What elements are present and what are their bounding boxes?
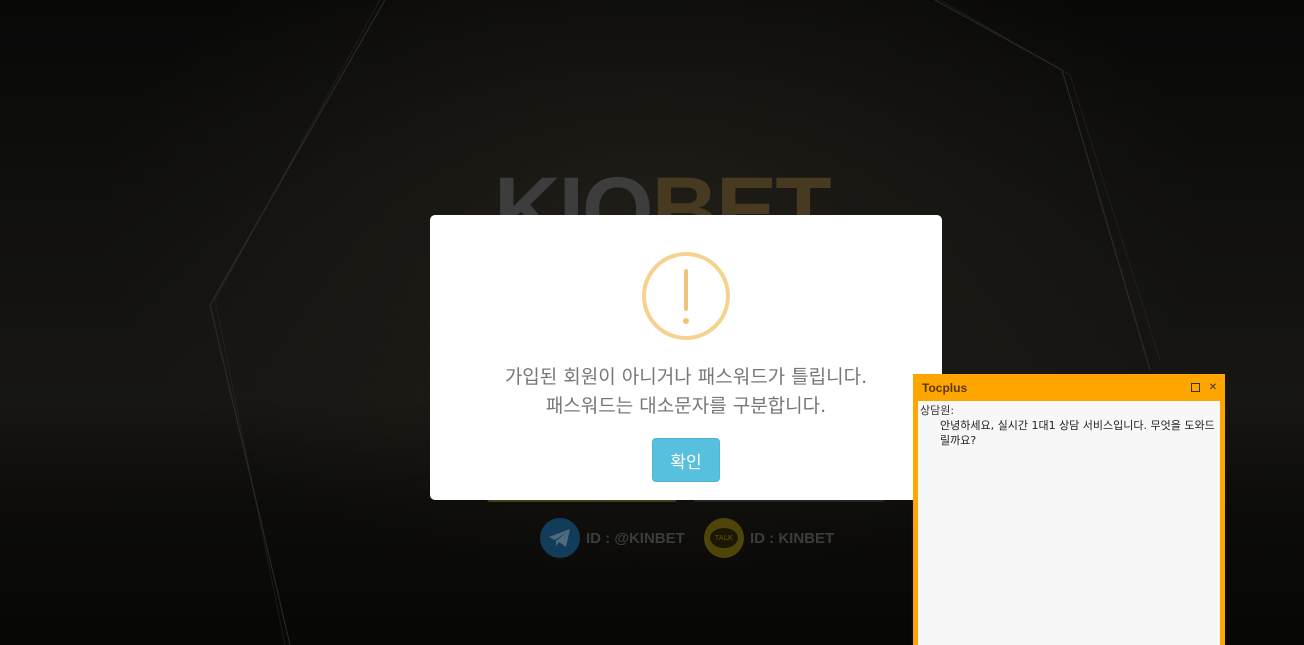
chat-header: Tocplus ✕ <box>913 374 1225 401</box>
alert-message-line2: 패스워드는 대소문자를 구분합니다. <box>545 395 827 417</box>
warning-icon <box>642 252 730 340</box>
chat-message: 안녕하세요, 실시간 1대1 상담 서비스입니다. 무엇을 도와드릴까요? <box>940 419 1215 447</box>
warning-icon-bar <box>684 269 688 311</box>
alert-dialog: 가입된 회원이 아니거나 패스워드가 틀립니다. 패스워드는 대소문자를 구분합… <box>430 215 942 500</box>
confirm-button[interactable]: 확인 <box>652 438 720 482</box>
alert-message: 가입된 회원이 아니거나 패스워드가 틀립니다. 패스워드는 대소문자를 구분합… <box>430 363 942 421</box>
chat-messages: 상담원: 안녕하세요, 실시간 1대1 상담 서비스입니다. 무엇을 도와드릴까… <box>918 401 1220 645</box>
chat-agent-label: 상담원: <box>920 404 955 417</box>
warning-icon-dot <box>683 318 689 324</box>
chat-title: Tocplus <box>922 380 968 395</box>
minimize-icon[interactable] <box>1191 382 1200 392</box>
chat-widget: Tocplus ✕ 상담원: 안녕하세요, 실시간 1대1 상담 서비스입니다.… <box>913 374 1225 645</box>
close-icon[interactable]: ✕ <box>1207 382 1219 394</box>
alert-message-line1: 가입된 회원이 아니거나 패스워드가 틀립니다. <box>504 366 868 388</box>
chat-controls: ✕ <box>1191 382 1219 394</box>
